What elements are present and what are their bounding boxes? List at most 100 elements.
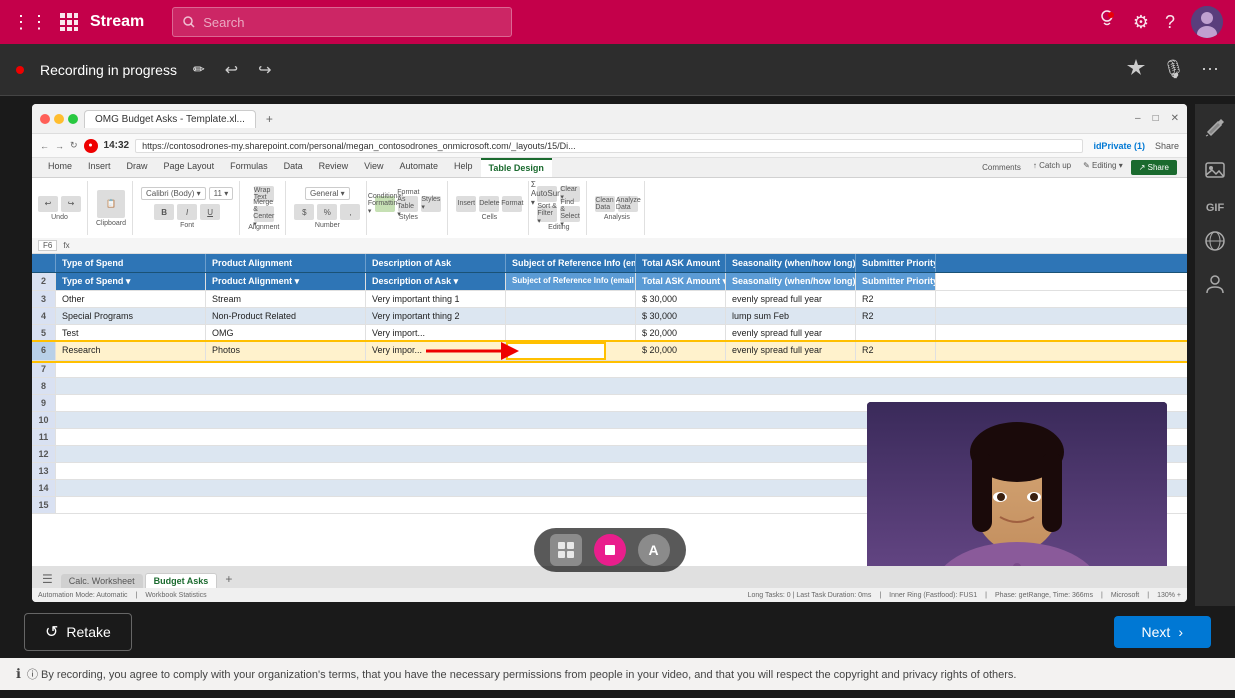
underline-icon[interactable]: U: [200, 204, 220, 220]
restore-window-icon[interactable]: □: [1153, 113, 1159, 124]
insight-icon[interactable]: [1126, 57, 1146, 82]
search-bar[interactable]: [172, 7, 512, 37]
help-icon[interactable]: ?: [1165, 12, 1175, 33]
next-button[interactable]: Next ›: [1114, 616, 1211, 648]
paste-icon[interactable]: 📋: [97, 190, 125, 218]
undo-ribbon-icon[interactable]: ↩: [38, 196, 58, 212]
ribbon-tab-review[interactable]: Review: [311, 158, 357, 177]
cell-2-amount[interactable]: Total ASK Amount ▾: [636, 273, 726, 290]
format-as-table-icon[interactable]: Format As Table ▾: [398, 196, 418, 212]
search-input[interactable]: [203, 15, 483, 30]
cell-4-desc[interactable]: Very important thing 2: [366, 308, 506, 324]
cell-3-product[interactable]: Stream: [206, 291, 366, 307]
grid-icon[interactable]: ⋮⋮: [12, 12, 48, 33]
cell-5-season[interactable]: evenly spread full year: [726, 325, 856, 341]
close-btn[interactable]: [40, 114, 50, 124]
minimize-window-icon[interactable]: –: [1135, 113, 1141, 124]
ribbon-tab-table-design[interactable]: Table Design: [481, 158, 552, 177]
sheet-tab-budget[interactable]: Budget Asks: [145, 573, 218, 588]
right-panel-gif-icon[interactable]: GIF: [1206, 202, 1224, 214]
stop-recording-button[interactable]: [594, 534, 626, 566]
sort-filter-icon[interactable]: Sort & Filter ▾: [537, 206, 557, 222]
redo-ribbon-icon[interactable]: ↪: [61, 196, 81, 212]
cell-reference-box[interactable]: F6: [38, 240, 57, 251]
cell-3-season[interactable]: evenly spread full year: [726, 291, 856, 307]
cell-6-product[interactable]: Photos: [206, 342, 366, 360]
add-sheet-button[interactable]: +: [219, 570, 238, 588]
waffle-icon[interactable]: [60, 13, 78, 31]
more-options-icon[interactable]: ⋯: [1201, 59, 1219, 80]
sheet-tab-calc[interactable]: Calc. Worksheet: [61, 574, 143, 588]
share-button-browser[interactable]: Share: [1155, 141, 1179, 151]
cell-4-type[interactable]: Special Programs: [56, 308, 206, 324]
cell-6-amount[interactable]: $ 20,000: [636, 342, 726, 360]
cell-2-desc[interactable]: Description of Ask ▾: [366, 273, 506, 290]
cell-5-type[interactable]: Test: [56, 325, 206, 341]
cell-5-product[interactable]: OMG: [206, 325, 366, 341]
bold-icon[interactable]: B: [154, 204, 174, 220]
redo-button[interactable]: ↪: [254, 56, 275, 84]
url-display[interactable]: https://contosodrones-my.sharepoint.com/…: [135, 139, 1083, 153]
catch-up-button[interactable]: ↑ Catch up: [1027, 158, 1077, 177]
maximize-btn[interactable]: [68, 114, 78, 124]
settings-icon[interactable]: ⚙: [1133, 12, 1149, 33]
right-panel-person-icon[interactable]: [1204, 273, 1226, 300]
editing-dropdown[interactable]: ✎ Editing ▾: [1077, 158, 1129, 177]
undo-button[interactable]: ↩: [221, 56, 242, 84]
percent-icon[interactable]: %: [317, 204, 337, 220]
close-window-icon[interactable]: ✕: [1171, 113, 1179, 124]
right-panel-pencil-icon[interactable]: [1204, 116, 1226, 143]
cell-3-type[interactable]: Other: [56, 291, 206, 307]
delete-cells-icon[interactable]: Delete: [479, 196, 499, 212]
refresh-button[interactable]: ↻: [70, 140, 78, 151]
cell-4-ref[interactable]: [506, 308, 636, 324]
cell-6-type[interactable]: Research: [56, 342, 206, 360]
number-format-dropdown[interactable]: General ▾: [305, 187, 350, 200]
cell-6-priority[interactable]: R2: [856, 342, 936, 360]
new-tab-button[interactable]: +: [266, 112, 273, 126]
font-size-dropdown[interactable]: 11 ▾: [209, 187, 234, 200]
ribbon-tab-formulas[interactable]: Formulas: [222, 158, 276, 177]
cell-4-product[interactable]: Non-Product Related: [206, 308, 366, 324]
insert-cells-icon[interactable]: Insert: [456, 196, 476, 212]
ribbon-tab-draw[interactable]: Draw: [119, 158, 156, 177]
cell-3-ref[interactable]: [506, 291, 636, 307]
cell-2-priority[interactable]: Submitter Priority ▾: [856, 273, 936, 290]
ribbon-tab-home[interactable]: Home: [40, 158, 80, 177]
ribbon-tab-automate[interactable]: Automate: [392, 158, 447, 177]
comments-button[interactable]: Comments: [976, 158, 1027, 177]
conditional-format-icon[interactable]: Conditional Formatting ▾: [375, 196, 395, 212]
microphone-icon[interactable]: 🎙: [1162, 59, 1185, 80]
ribbon-tab-page-layout[interactable]: Page Layout: [156, 158, 223, 177]
ribbon-tab-data[interactable]: Data: [276, 158, 311, 177]
cell-4-priority[interactable]: R2: [856, 308, 936, 324]
format-cells-icon[interactable]: Format: [502, 196, 522, 212]
formula-insert-icon[interactable]: fx: [63, 241, 69, 250]
nav-left-icon[interactable]: ☰: [36, 570, 59, 588]
user-avatar[interactable]: [1191, 6, 1223, 38]
cell-4-amount[interactable]: $ 30,000: [636, 308, 726, 324]
dollar-icon[interactable]: $: [294, 204, 314, 220]
back-button[interactable]: ←: [40, 141, 49, 151]
merge-center-icon[interactable]: Merge & Center ▾: [254, 206, 274, 222]
right-panel-image-icon[interactable]: [1204, 159, 1226, 186]
font-name-dropdown[interactable]: Calibri (Body) ▾: [141, 187, 206, 200]
ribbon-tab-help[interactable]: Help: [446, 158, 481, 177]
cell-styles-icon[interactable]: Styles ▾: [421, 196, 441, 212]
forward-button[interactable]: →: [55, 141, 64, 151]
comma-icon[interactable]: ,: [340, 204, 360, 220]
share-button-excel[interactable]: ↗ Share: [1131, 160, 1177, 175]
ribbon-tab-view[interactable]: View: [356, 158, 391, 177]
cell-5-amount[interactable]: $ 20,000: [636, 325, 726, 341]
minimize-btn[interactable]: [54, 114, 64, 124]
autosum-icon[interactable]: Σ AutoSum ▾: [537, 186, 557, 202]
analyze-data-icon[interactable]: Analyze Data: [618, 196, 638, 212]
find-select-icon[interactable]: Find & Select ▾: [560, 206, 580, 222]
browser-tab[interactable]: OMG Budget Asks - Template.xl...: [84, 110, 256, 128]
retake-button[interactable]: ↺ Retake: [24, 613, 132, 651]
cell-6-ref-with-arrow[interactable]: [506, 342, 636, 360]
eraser-icon[interactable]: ✏: [189, 57, 209, 82]
notification-icon[interactable]: [1097, 10, 1117, 35]
clean-data-icon[interactable]: Clean Data: [595, 196, 615, 212]
layout-grid-button[interactable]: [550, 534, 582, 566]
